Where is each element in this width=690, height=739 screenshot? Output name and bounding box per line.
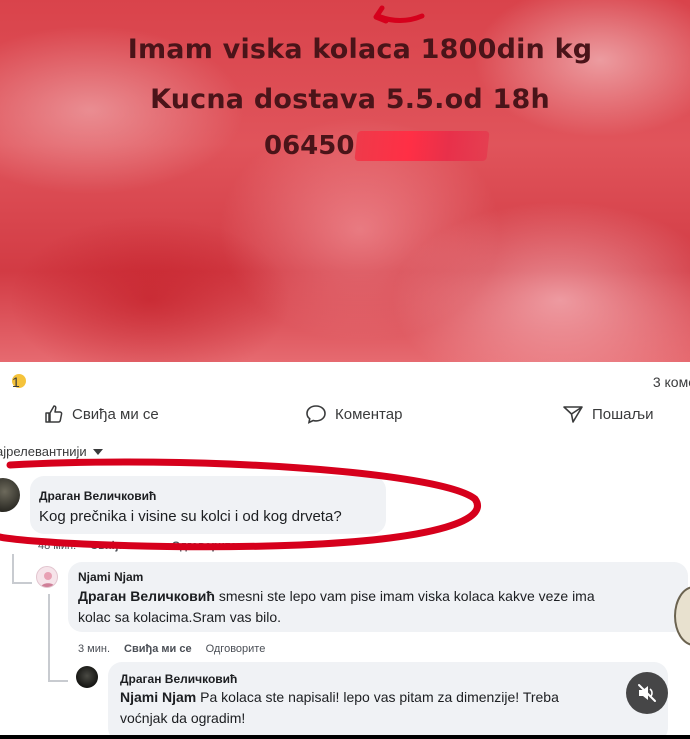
phone-number: 06450 xyxy=(264,128,491,164)
avatar[interactable] xyxy=(0,478,20,512)
comment-author[interactable]: Драган Величковић xyxy=(120,672,237,686)
comment-mention[interactable]: Njami Njam xyxy=(120,689,196,705)
comment-text-line-1: Pa kolaca ste napisali! lepo vas pitam z… xyxy=(200,689,559,705)
comment-time[interactable]: 48 мин. xyxy=(38,540,76,552)
red-arrow-annotation xyxy=(373,5,425,24)
post-image: Imam viska kolaca 1800din kg Kucna dosta… xyxy=(0,0,690,362)
comment-bubble-icon xyxy=(306,405,326,424)
comment-text: Njami Njam Pa kolaca ste napisali! lepo … xyxy=(120,687,660,707)
like-button[interactable]: Свиђа ми се xyxy=(44,404,159,424)
share-icon xyxy=(563,406,583,423)
comment-bubble: Njami Njam Драган Величковић smesni ste … xyxy=(68,562,688,632)
comment-text-line-2: voćnjak da ogradim! xyxy=(120,710,246,726)
like-label: Свиђа ми се xyxy=(72,405,159,423)
share-label: Пошаљи xyxy=(592,405,654,423)
comments-count[interactable]: 3 коме xyxy=(653,374,690,390)
thumbs-up-icon xyxy=(45,405,63,423)
comment-text-line-1: smesni ste lepo vam pise imam viska kola… xyxy=(218,588,595,604)
comment-meta: 48 мин. Свиђа ми се Одговорите xyxy=(38,540,236,552)
comment-like-link[interactable]: Свиђа ми се xyxy=(124,643,192,655)
facebook-comments-panel: 1 3 коме Свиђа ми се Коментар Пошаљи ајр… xyxy=(0,362,690,739)
avatar[interactable] xyxy=(36,566,58,588)
comment-like-link[interactable]: Свиђа ми се xyxy=(90,540,158,552)
phone-redaction xyxy=(354,131,491,161)
comment-label: Коментар xyxy=(335,405,403,423)
comment-meta: 3 мин. Свиђа ми се Одговорите xyxy=(78,643,265,655)
thread-line xyxy=(12,582,32,584)
thread-line xyxy=(48,594,50,680)
comment-reply-link[interactable]: Одговорите xyxy=(206,643,266,655)
bottom-edge xyxy=(0,735,690,739)
comment-bubble: Драган Величковић Kog prečnika i visine … xyxy=(30,476,386,534)
post-stats: 1 3 коме xyxy=(0,374,690,394)
comment-author[interactable]: Драган Величковић xyxy=(39,489,156,503)
thread-line xyxy=(12,554,14,582)
comment-mention[interactable]: Драган Величковић xyxy=(78,588,215,604)
speaker-muted-icon xyxy=(638,684,656,702)
share-button[interactable]: Пошаљи xyxy=(562,404,653,424)
thread-line xyxy=(48,680,68,682)
comment-text: Драган Величковић smesni ste lepo vam pi… xyxy=(78,586,678,606)
post-text-line-1: Imam viska kolaca 1800din kg xyxy=(127,34,593,65)
reaction-count-label: 1 xyxy=(12,374,20,390)
sort-label: ајрелевантнији xyxy=(0,444,87,459)
comment-button[interactable]: Коментар xyxy=(305,404,402,424)
comment-text-line-2: kolac sa kolacima.Sram vas bilo. xyxy=(78,609,282,625)
avatar[interactable] xyxy=(76,666,98,688)
comment-time[interactable]: 3 мин. xyxy=(78,643,110,655)
comment-text: Kog prečnika i visine su kolci i od kog … xyxy=(39,508,342,525)
mute-button[interactable] xyxy=(626,672,668,714)
comment-reply-link[interactable]: Одговорите xyxy=(172,540,237,552)
phone-number-visible: 06450 xyxy=(264,131,355,161)
comment-sort-dropdown[interactable]: ајрелевантнији xyxy=(0,444,103,459)
post-text-line-2: Kucna dostava 5.5.od 18h xyxy=(150,84,550,115)
avatar-illustration xyxy=(41,572,55,587)
caret-down-icon xyxy=(92,448,103,455)
comment-author[interactable]: Njami Njam xyxy=(78,570,143,584)
post-actions: Свиђа ми се Коментар Пошаљи xyxy=(0,404,690,430)
comment-bubble: Драган Величковић Njami Njam Pa kolaca s… xyxy=(108,662,668,739)
